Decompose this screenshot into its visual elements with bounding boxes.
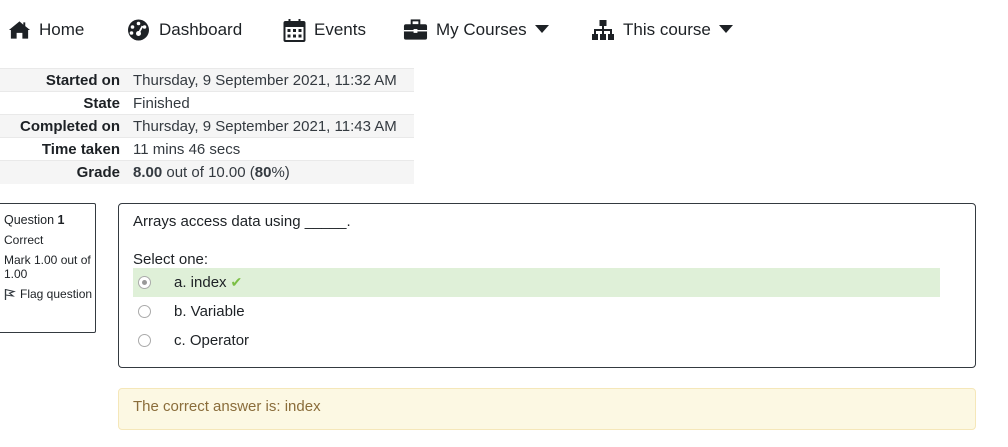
summary-row: Completed on Thursday, 9 September 2021,… (0, 114, 414, 138)
nav-my-courses-label: My Courses (436, 20, 527, 39)
answer-option-b[interactable]: b. Variable (133, 297, 940, 326)
summary-label: Started on (45, 71, 120, 89)
answer-prompt: Select one: (133, 251, 209, 268)
calendar-icon (283, 19, 306, 42)
nav-events-label: Events (314, 20, 366, 39)
nav-home[interactable]: Home (8, 14, 84, 46)
nav-my-courses[interactable]: My Courses (403, 14, 549, 46)
summary-row: Time taken 11 mins 46 secs (0, 137, 414, 161)
flag-icon (4, 288, 16, 300)
summary-value: Finished (133, 94, 190, 112)
radio-button[interactable] (138, 305, 151, 318)
summary-label: Time taken (41, 140, 120, 158)
answer-option-c[interactable]: c. Operator (133, 326, 940, 355)
nav-dashboard-label: Dashboard (159, 20, 243, 39)
flag-question-button[interactable]: Flag question (4, 287, 95, 301)
check-icon: ✔ (230, 274, 243, 290)
nav-events[interactable]: Events (283, 14, 366, 46)
grade-value: 8.00 out of 10.00 (80%) (133, 161, 414, 184)
grade-percent: 80 (254, 163, 272, 181)
question-number-value: 1 (57, 213, 65, 227)
summary-label: State (83, 94, 120, 112)
summary-label: Completed on (20, 117, 120, 135)
grade-mid: out of 10.00 ( (162, 163, 255, 181)
home-icon (8, 21, 31, 39)
summary-row-grade: Grade 8.00 out of 10.00 (80%) (0, 160, 414, 184)
question-mark: Mark 1.00 out of 1.00 (4, 253, 91, 281)
radio-button[interactable] (138, 334, 151, 347)
flag-question-label: Flag question (20, 287, 93, 301)
answer-label: c. Operator (174, 332, 250, 349)
radio-button[interactable] (138, 276, 151, 289)
summary-value: 11 mins 46 secs (133, 140, 241, 158)
top-navbar: Home Dashboard Events My Courses This co… (0, 0, 1008, 60)
summary-row: State Finished (0, 91, 414, 115)
answer-label: a. index (174, 274, 227, 291)
nav-dashboard[interactable]: Dashboard (126, 14, 242, 46)
question-text: Arrays access data using _____. (133, 213, 351, 230)
sitemap-icon (592, 20, 614, 40)
question-label: Question (4, 213, 55, 227)
correct-answer-feedback: The correct answer is: index (118, 388, 976, 430)
summary-value: Thursday, 9 September 2021, 11:32 AM (133, 71, 397, 89)
dashboard-icon (128, 19, 149, 41)
nav-home-label: Home (39, 20, 85, 39)
nav-this-course[interactable]: This course (591, 14, 733, 46)
grade-end: %) (271, 163, 290, 181)
question-number: Question 1 (4, 213, 95, 227)
briefcase-icon (403, 19, 428, 40)
grade-label: Grade (76, 163, 120, 181)
question-content: Arrays access data using _____. Select o… (118, 203, 976, 368)
answer-label: b. Variable (174, 303, 245, 320)
question-status: Correct (4, 233, 44, 247)
question-info: Question 1 Correct Mark 1.00 out of 1.00… (0, 203, 96, 333)
nav-this-course-label: This course (623, 20, 711, 39)
grade-score: 8.00 (133, 163, 163, 181)
attempt-summary-table: Started on Thursday, 9 September 2021, 1… (0, 68, 414, 184)
summary-value: Thursday, 9 September 2021, 11:43 AM (133, 117, 397, 135)
caret-down-icon (718, 25, 733, 33)
caret-down-icon (534, 25, 549, 33)
summary-row: Started on Thursday, 9 September 2021, 1… (0, 68, 414, 92)
answer-option-a[interactable]: a. index ✔ (133, 268, 940, 297)
